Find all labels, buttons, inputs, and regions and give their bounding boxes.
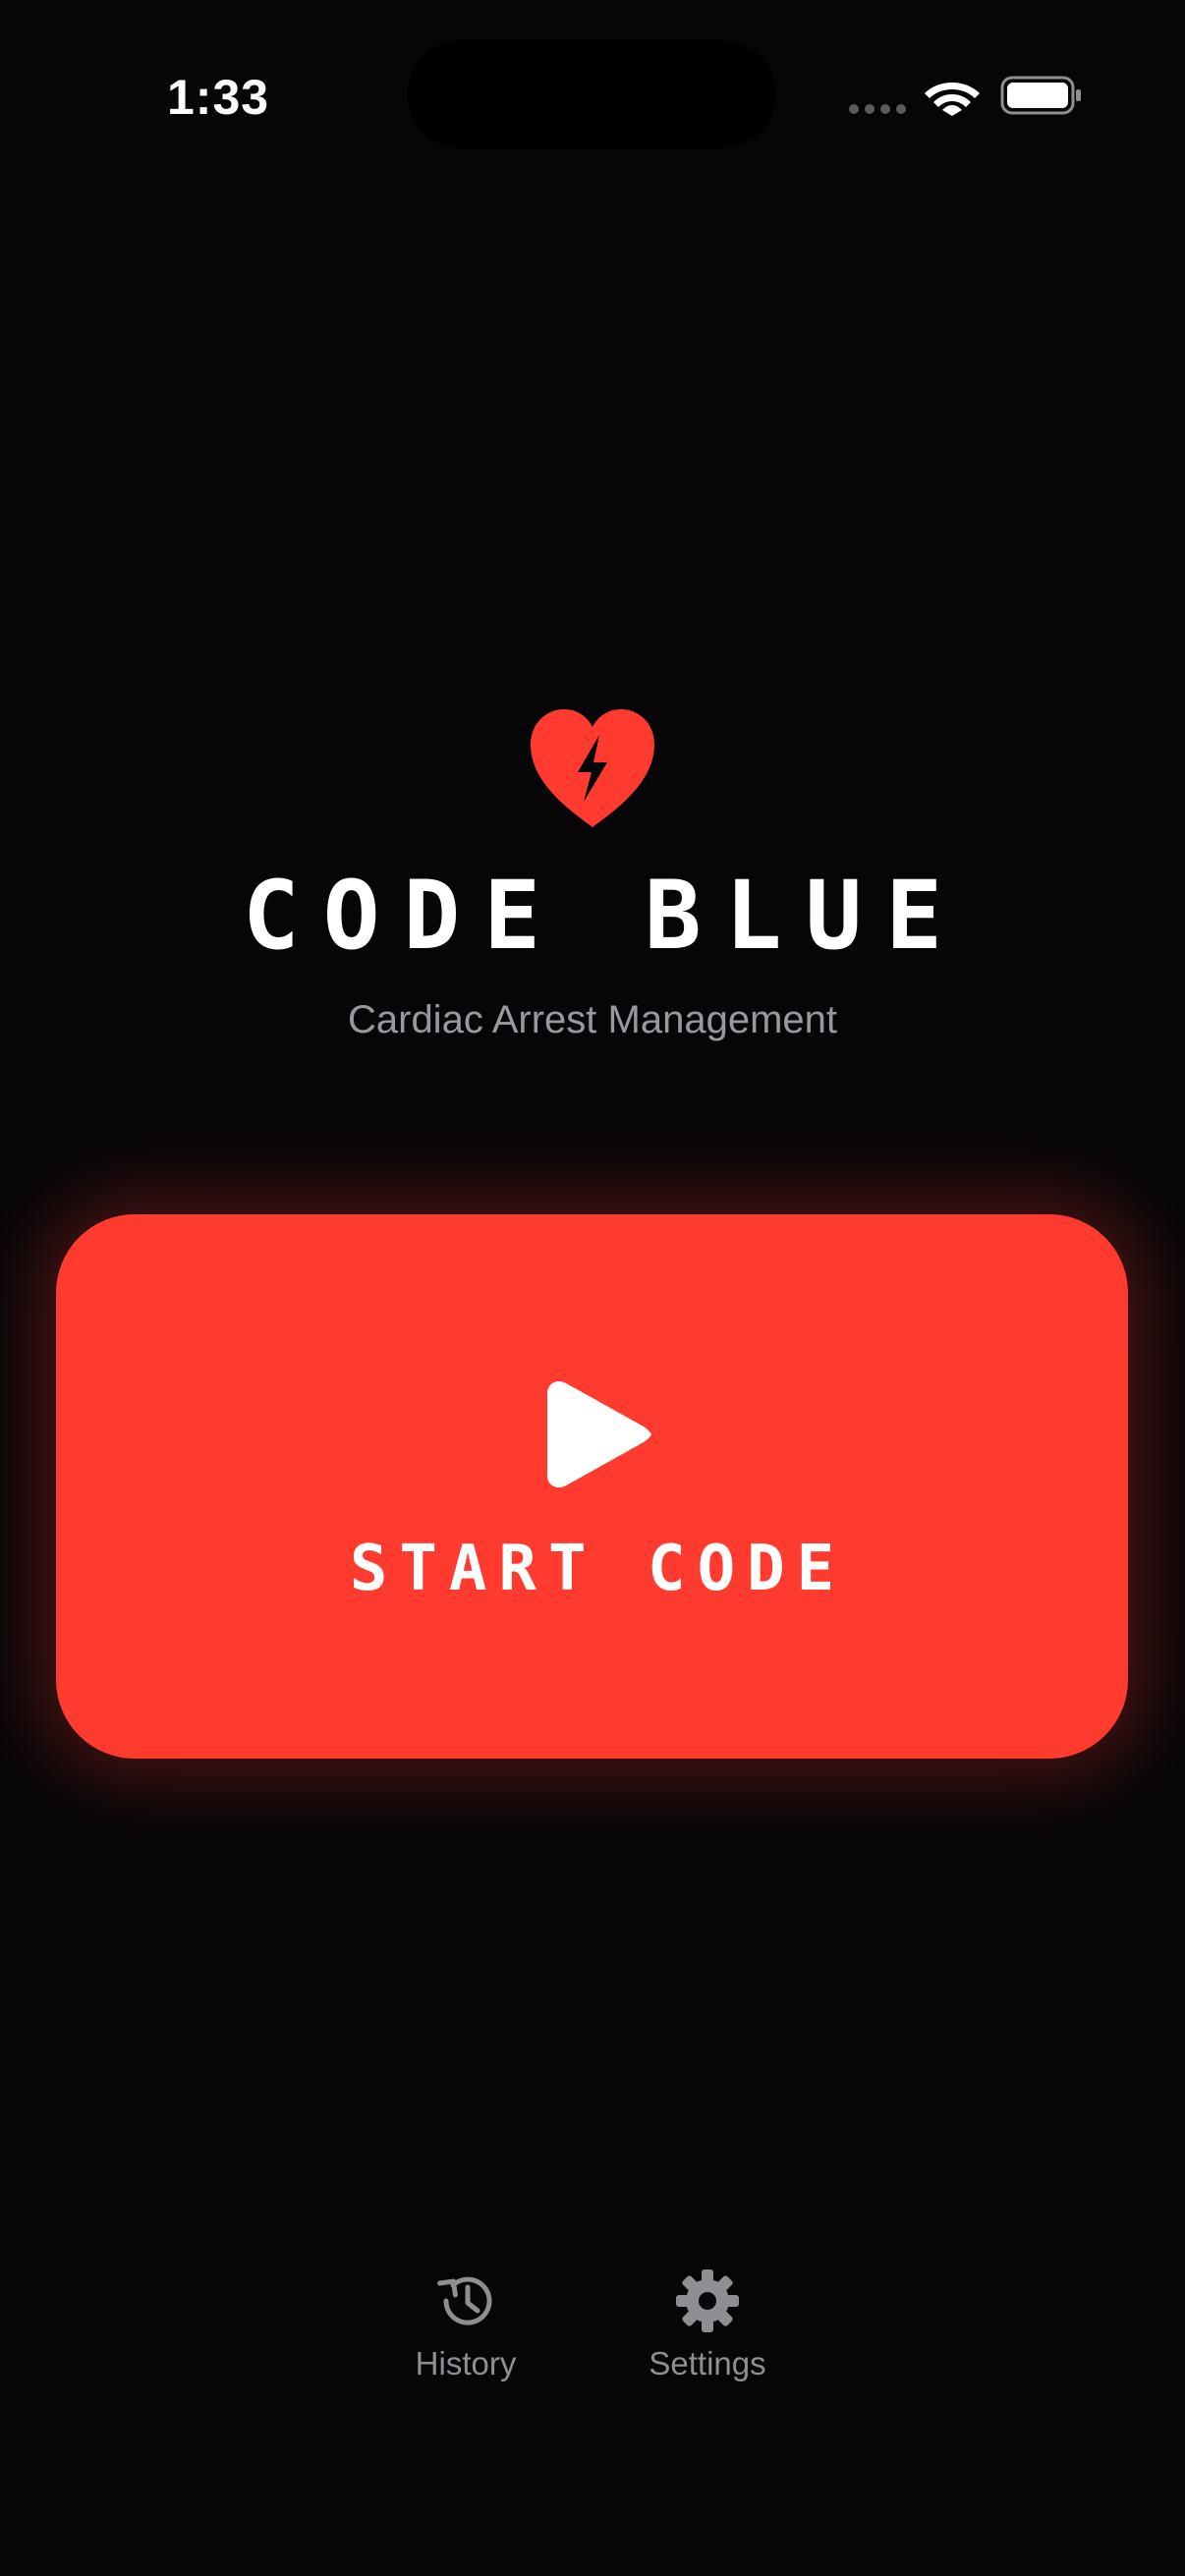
settings-label: Settings	[649, 2345, 766, 2381]
app-subtitle: Cardiac Arrest Management	[347, 998, 837, 1041]
cellular-signal-icon	[849, 104, 906, 114]
wifi-icon	[925, 83, 980, 116]
app-title: CODE BLUE	[242, 861, 967, 971]
dynamic-island	[407, 40, 776, 148]
play-icon	[547, 1381, 651, 1487]
settings-button[interactable]: Settings	[609, 2268, 806, 2395]
battery-icon	[1000, 76, 1081, 115]
gear-icon	[676, 2269, 739, 2332]
start-code-label: START CODE	[349, 1533, 847, 1605]
status-time: 1:33	[167, 70, 270, 125]
history-label: History	[415, 2345, 517, 2381]
history-icon	[437, 2276, 492, 2325]
start-code-button[interactable]: START CODE	[56, 1214, 1128, 1759]
heart-bolt-icon	[531, 709, 654, 827]
history-button[interactable]: History	[367, 2268, 564, 2395]
